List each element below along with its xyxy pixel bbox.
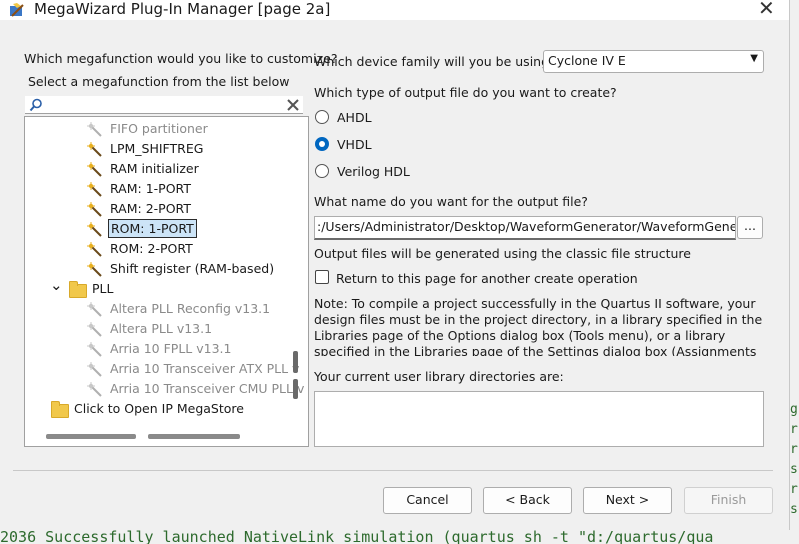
tree-item[interactable]: Arria 10 Transceiver CMU PLL v	[86, 379, 306, 399]
tree-folder[interactable]: Click to Open IP MegaStore	[50, 399, 306, 419]
wizard-wand-icon	[87, 202, 102, 217]
tree-item[interactable]: ROM: 2-PORT	[86, 239, 306, 259]
megafunction-search-input[interactable]	[25, 96, 303, 114]
clear-search-icon[interactable]	[286, 98, 300, 112]
compile-note: Note: To compile a project successfully …	[314, 296, 763, 356]
tree-item-label: Arria 10 Transceiver CMU PLL v	[110, 381, 305, 396]
tree-item-label: Arria 10 FPLL v13.1	[110, 341, 232, 356]
wizard-app-icon	[10, 3, 24, 17]
megawizard-dialog: MegaWizard Plug-In Manager [page 2a] ✕ W…	[0, 0, 790, 530]
title-bar: MegaWizard Plug-In Manager [page 2a] ✕	[0, 0, 789, 20]
library-directories-label: Your current user library directories ar…	[314, 369, 564, 384]
close-icon[interactable]: ✕	[758, 0, 775, 19]
return-to-page-label: Return to this page for another create o…	[336, 271, 638, 286]
tree-item-label: Shift register (RAM-based)	[110, 261, 275, 276]
tree-item[interactable]: RAM: 2-PORT	[86, 199, 306, 219]
tree-folder[interactable]: ⌄ PLL	[50, 276, 306, 299]
search-icon	[29, 98, 42, 112]
tree-item-label: ROM: 1-PORT	[108, 219, 197, 238]
megafunction-question: Which megafunction would you like to cus…	[24, 51, 338, 66]
cancel-button[interactable]: Cancel	[383, 487, 472, 514]
chevron-down-icon[interactable]: ⌄	[50, 275, 63, 295]
output-type-question: Which type of output file do you want to…	[314, 85, 617, 100]
window-title: MegaWizard Plug-In Manager [page 2a]	[34, 0, 331, 18]
button-separator	[13, 470, 773, 471]
radio-ahdl-label: AHDL	[337, 110, 372, 125]
chevron-down-icon: ▼	[750, 53, 758, 64]
tree-item-label: RAM initializer	[110, 161, 199, 176]
tree-item[interactable]: Arria 10 FPLL v13.1	[86, 339, 306, 359]
radio-vhdl-label: VHDL	[337, 137, 372, 152]
tree-item[interactable]: Altera PLL Reconfig v13.1	[86, 299, 306, 319]
file-structure-note: Output files will be generated using the…	[314, 246, 691, 261]
device-family-value: Cyclone IV E	[548, 53, 626, 68]
return-to-page-checkbox[interactable]	[315, 270, 329, 284]
tree-item[interactable]: LPM_SHIFTREG	[86, 139, 306, 159]
folder-icon	[69, 281, 87, 298]
library-directories-list[interactable]	[314, 391, 764, 447]
radio-verilog-label: Verilog HDL	[337, 164, 410, 179]
wizard-wand-icon	[87, 382, 102, 397]
tree-item[interactable]: Altera PLL v13.1	[86, 319, 306, 339]
tree-item-label: RAM: 1-PORT	[110, 181, 191, 196]
tree-vertical-scrollbar-thumb[interactable]	[293, 351, 298, 373]
tree-item-label: ROM: 2-PORT	[110, 241, 193, 256]
background-console-right-text: g r r s r s	[790, 402, 798, 517]
tree-item-label: LPM_SHIFTREG	[110, 141, 204, 156]
tree-item[interactable]: RAM initializer	[86, 159, 306, 179]
radio-verilog-hdl[interactable]	[315, 164, 329, 178]
back-button[interactable]: < Back	[483, 487, 572, 514]
console-text: 2036 Successfully launched NativeLink si…	[0, 530, 714, 544]
output-file-name-input[interactable]: :/Users/Administrator/Desktop/WaveformGe…	[314, 216, 736, 240]
wizard-wand-icon	[87, 122, 102, 137]
device-family-question: Which device family will you be using?	[314, 54, 556, 69]
tree-horizontal-scrollbar-thumb[interactable]	[46, 434, 136, 439]
wizard-wand-icon	[87, 142, 102, 157]
tree-item[interactable]: RAM: 1-PORT	[86, 179, 306, 199]
wizard-wand-icon	[87, 222, 102, 237]
wizard-wand-icon	[87, 242, 102, 257]
tree-item-label: Arria 10 Transceiver ATX PLL v	[110, 361, 300, 376]
tree-horizontal-scrollbar-thumb-2[interactable]	[148, 434, 240, 439]
next-button[interactable]: Next >	[583, 487, 672, 514]
wizard-wand-icon	[87, 302, 102, 317]
wizard-wand-icon	[87, 262, 102, 277]
megafunction-tree[interactable]: FIFO partitioner LPM_SHIFTREG RAM initiali…	[24, 116, 309, 447]
tree-vertical-scrollbar-thumb-2[interactable]	[293, 379, 298, 399]
megafunction-subtitle: Select a megafunction from the list belo…	[28, 74, 290, 89]
tree-item-label: PLL	[92, 281, 114, 296]
radio-vhdl[interactable]	[315, 137, 329, 151]
wizard-wand-icon	[87, 182, 102, 197]
tree-item[interactable]: FIFO partitioner	[86, 119, 306, 139]
browse-button[interactable]: ...	[737, 216, 763, 239]
radio-ahdl[interactable]	[315, 110, 329, 124]
tree-item-label: Click to Open IP MegaStore	[74, 401, 244, 416]
folder-icon	[51, 401, 69, 418]
tree-item-label: Altera PLL Reconfig v13.1	[110, 301, 271, 316]
background-console-line: 2036 Successfully launched NativeLink si…	[0, 530, 799, 544]
wizard-wand-icon	[87, 162, 102, 177]
tree-item[interactable]: Arria 10 Transceiver ATX PLL v	[86, 359, 306, 379]
wizard-wand-icon	[87, 342, 102, 357]
output-file-name-value: :/Users/Administrator/Desktop/WaveformGe…	[317, 219, 736, 234]
tree-item-label: FIFO partitioner	[110, 121, 208, 136]
tree-item[interactable]: Shift register (RAM-based)	[86, 259, 306, 279]
output-name-question: What name do you want for the output fil…	[314, 194, 588, 209]
finish-button[interactable]: Finish	[684, 487, 773, 514]
tree-item-label: RAM: 2-PORT	[110, 201, 191, 216]
tree-item-label: Altera PLL v13.1	[110, 321, 213, 336]
wizard-wand-icon	[87, 322, 102, 337]
device-family-select[interactable]: Cyclone IV E ▼	[543, 50, 764, 73]
wizard-wand-icon	[87, 362, 102, 377]
tree-item[interactable]: ROM: 1-PORT	[86, 219, 306, 239]
background-console-right: g r r s r s	[790, 400, 799, 530]
